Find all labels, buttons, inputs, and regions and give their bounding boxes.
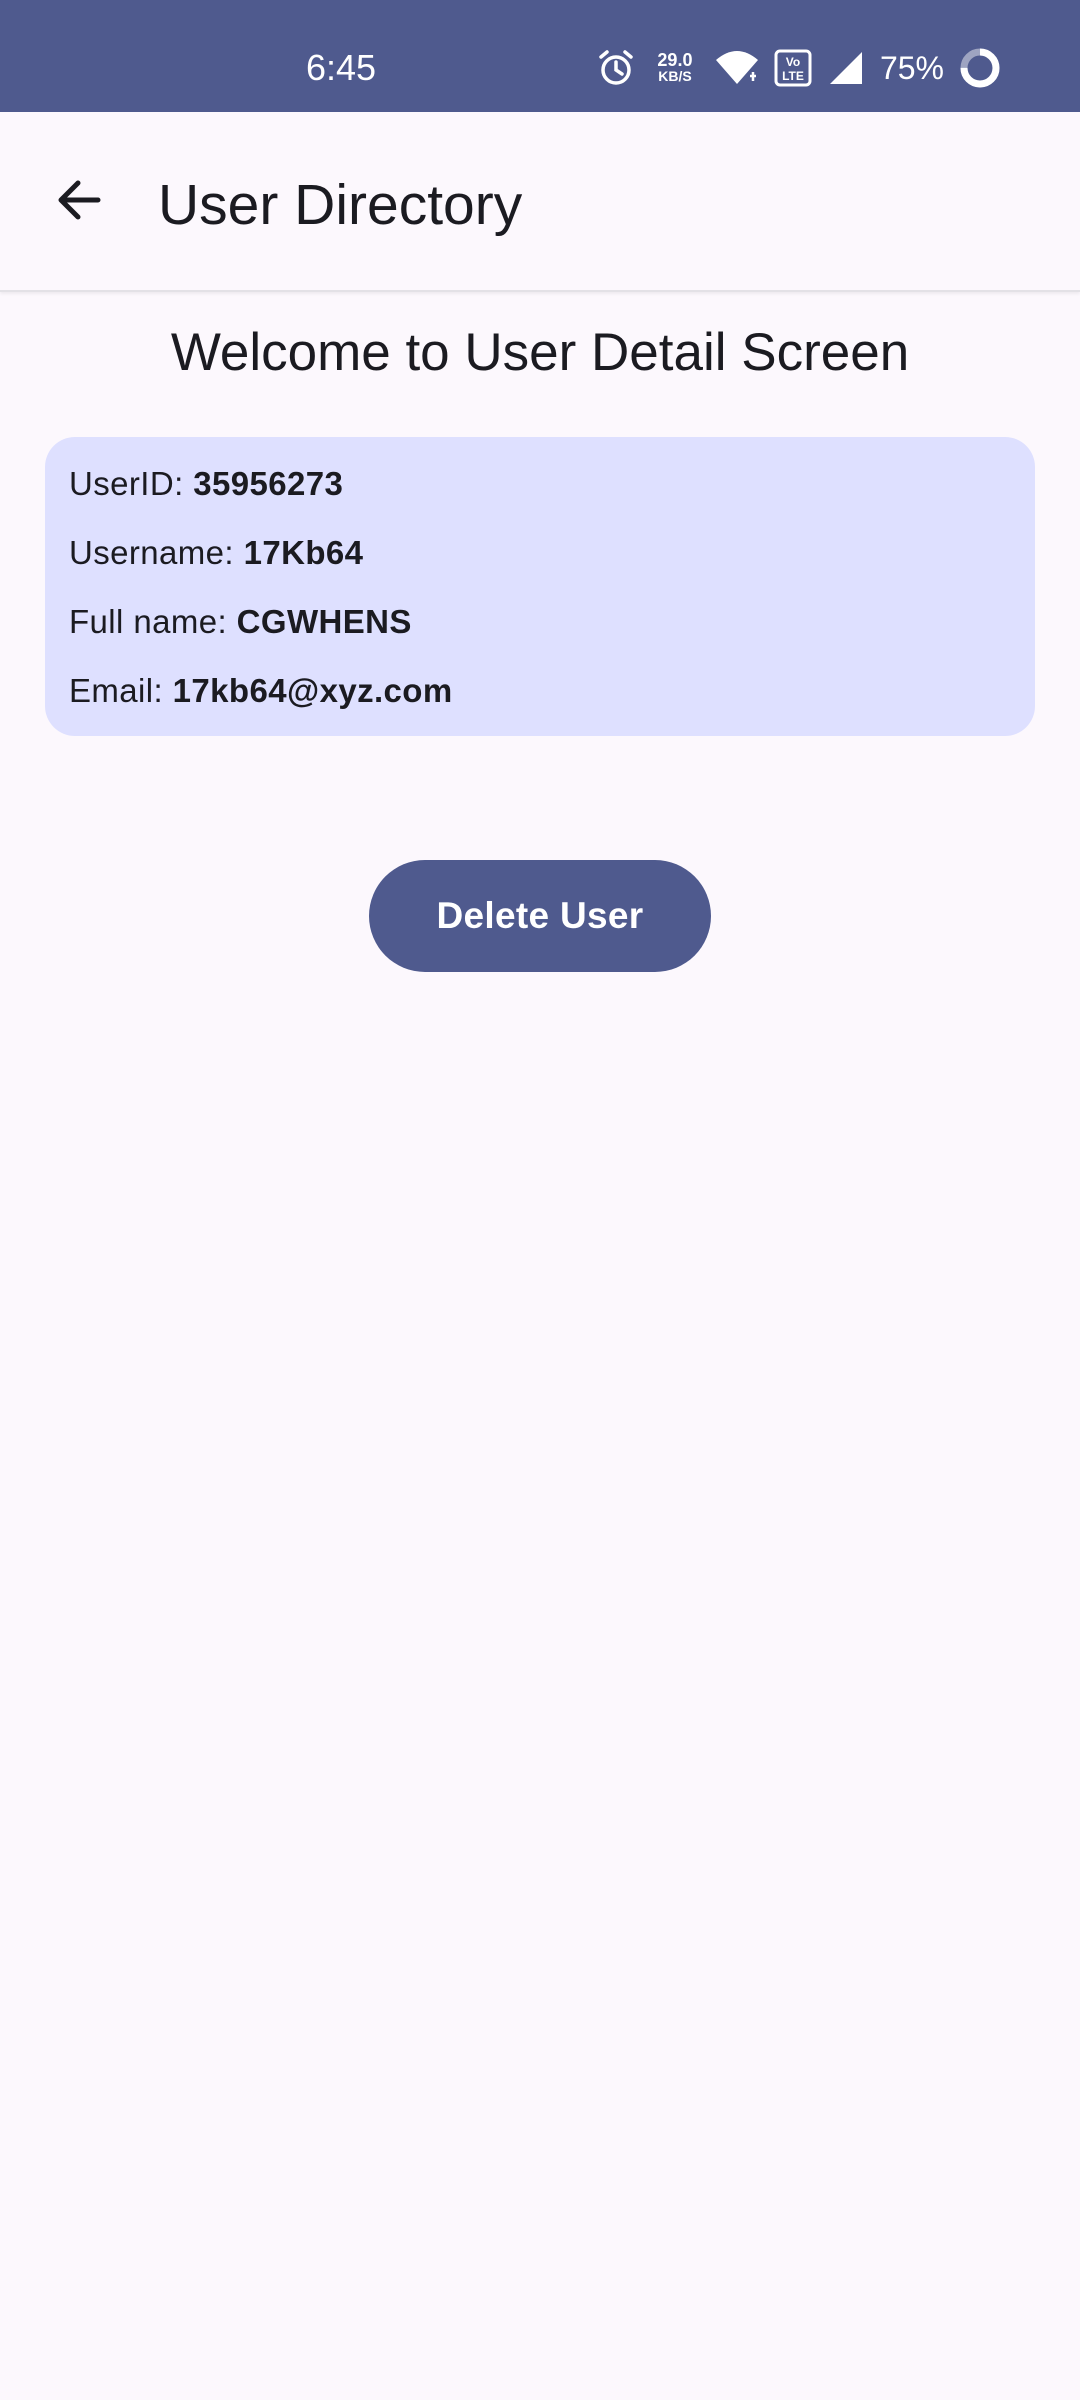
back-button[interactable] — [40, 162, 120, 242]
signal-icon — [826, 48, 866, 88]
battery-ring-icon — [958, 46, 1002, 90]
delete-user-button[interactable]: Delete User — [369, 860, 711, 972]
status-time: 6:45 — [306, 47, 377, 88]
email-row: Email: 17kb64@xyz.com — [69, 670, 1011, 739]
user-id-value: 35956273 — [193, 465, 344, 502]
username-value: 17Kb64 — [243, 534, 364, 571]
user-id-row: UserID: 35956273 — [69, 463, 1011, 532]
user-id-label: UserID: — [69, 465, 184, 502]
username-row: Username: 17Kb64 — [69, 532, 1011, 601]
full-name-label: Full name: — [69, 603, 228, 640]
net-speed-indicator: 29.0 KB/S — [650, 50, 700, 84]
status-bar: 6:45 29.0 KB/S Vo LTE 75% — [0, 0, 1080, 112]
alarm-icon — [596, 48, 636, 88]
email-value: 17kb64@xyz.com — [172, 672, 453, 709]
user-info-card: UserID: 35956273 Username: 17Kb64 Full n… — [45, 437, 1035, 736]
email-label: Email: — [69, 672, 164, 709]
full-name-row: Full name: CGWHENS — [69, 601, 1011, 670]
net-speed-value: 29.0 — [657, 50, 693, 70]
page-title: User Directory — [158, 173, 523, 237]
svg-text:Vo: Vo — [786, 55, 800, 69]
status-icons: 29.0 KB/S Vo LTE 75% — [596, 46, 1002, 90]
arrow-back-icon — [54, 174, 106, 231]
net-speed-unit: KB/S — [658, 68, 692, 84]
username-label: Username: — [69, 534, 234, 571]
welcome-heading: Welcome to User Detail Screen — [170, 323, 910, 382]
battery-percent: 75% — [879, 49, 944, 86]
svg-text:LTE: LTE — [782, 69, 804, 83]
full-name-value: CGWHENS — [236, 603, 412, 640]
volte-icon: Vo LTE — [774, 48, 812, 88]
wifi-icon — [714, 48, 760, 88]
app-bar: User Directory — [0, 112, 1080, 292]
